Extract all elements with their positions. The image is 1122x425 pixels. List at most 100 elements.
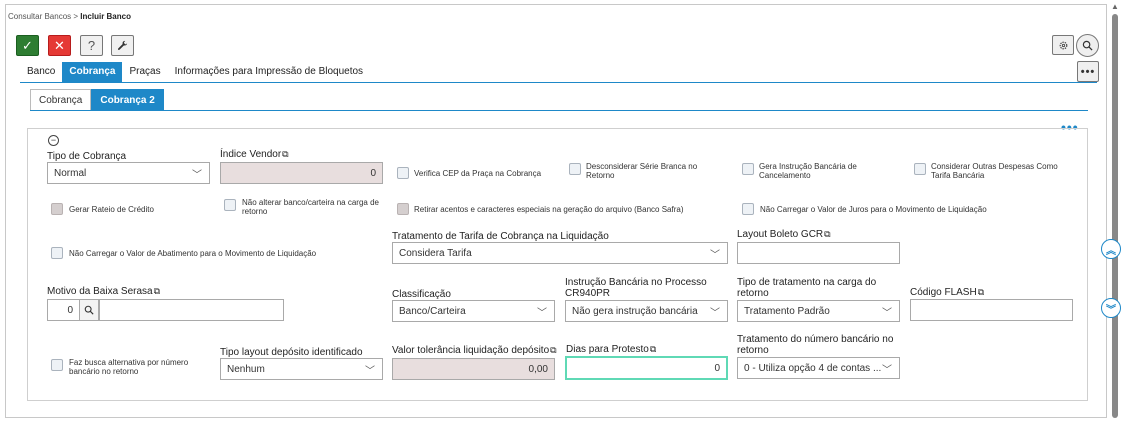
nao-carregar-abatimento-label: Não Carregar o Valor de Abatimento para … <box>69 249 317 258</box>
instrucao-bancaria-select[interactable]: Não gera instrução bancária ﹀ <box>565 300 728 322</box>
tipo-layout-select[interactable]: Nenhum ﹀ <box>220 358 383 380</box>
layout-boleto-label-text: Layout Boleto GCR <box>737 229 824 240</box>
tab-pracas[interactable]: Praças <box>122 62 167 82</box>
chevron-down-icon: ﹀ <box>192 170 202 181</box>
main-tabs: Banco Cobrança Praças Informações para I… <box>20 62 370 82</box>
retirar-acentos-label: Retirar acentos e caracteres especiais n… <box>414 205 684 214</box>
tratamento-numero-select[interactable]: 0 - Utiliza opção 4 de contas ... ﹀ <box>737 357 900 379</box>
scroll-thumb[interactable] <box>1112 14 1118 418</box>
copy-icon: ⧉ <box>977 287 985 297</box>
collapse-icon[interactable]: − <box>48 135 59 146</box>
classificacao-select[interactable]: Banco/Carteira ﹀ <box>392 300 555 322</box>
copy-icon: ⧉ <box>649 344 657 354</box>
nao-carregar-juros-checkbox[interactable] <box>742 203 754 215</box>
subtab-cobranca-2[interactable]: Cobrança 2 <box>91 89 164 110</box>
sub-tabs: Cobrança Cobrança 2 <box>30 89 164 110</box>
gear-icon <box>1059 41 1067 49</box>
tratamento-tarifa-value: Considera Tarifa <box>399 248 472 259</box>
tipo-cobranca-value: Normal <box>54 168 87 179</box>
breadcrumb: Consultar Bancos > Incluir Banco <box>8 12 131 21</box>
indice-vendor-label-text: Índice Vendor <box>220 149 282 160</box>
settings-button[interactable] <box>1052 35 1074 55</box>
motivo-baixa-search-button[interactable] <box>79 299 99 321</box>
double-chevron-down-icon: ︾ <box>1106 304 1116 316</box>
nao-carregar-abatimento-checkbox[interactable] <box>51 247 63 259</box>
dias-protesto-label: Dias para Protesto⧉ <box>566 344 656 355</box>
valor-tolerancia-input[interactable]: 0,00 <box>392 358 555 380</box>
chevron-down-icon: ﹀ <box>365 366 375 377</box>
gerar-rateio-checkbox[interactable] <box>51 203 63 215</box>
tipo-cobranca-select[interactable]: Normal ﹀ <box>47 162 210 184</box>
chevron-down-icon: ﹀ <box>537 308 547 319</box>
tab-cobranca[interactable]: Cobrança <box>62 62 123 82</box>
help-button[interactable]: ? <box>80 35 103 56</box>
search-icon <box>1082 40 1093 51</box>
chevron-down-icon: ﹀ <box>710 250 720 261</box>
vertical-scrollbar[interactable]: ▲ <box>1110 0 1122 425</box>
codigo-flash-label-text: Código FLASH <box>910 287 977 298</box>
scroll-to-bottom-button[interactable]: ︾ <box>1101 298 1121 318</box>
valor-tolerancia-label-text: Valor tolerância liquidação depósito <box>392 345 550 356</box>
tipo-tratamento-select[interactable]: Tratamento Padrão ﹀ <box>737 300 900 322</box>
retirar-acentos-checkbox[interactable] <box>397 203 409 215</box>
classificacao-value: Banco/Carteira <box>399 306 466 317</box>
breadcrumb-current: Incluir Banco <box>80 12 131 21</box>
chevron-down-icon: ﹀ <box>710 308 720 319</box>
tipo-tratamento-value: Tratamento Padrão <box>744 306 830 317</box>
check-icon: ✓ <box>22 37 33 53</box>
classificacao-label: Classificação <box>392 289 451 300</box>
codigo-flash-input[interactable] <box>910 299 1073 321</box>
tratamento-tarifa-select[interactable]: Considera Tarifa ﹀ <box>392 242 728 264</box>
breadcrumb-parent[interactable]: Consultar Bancos <box>8 12 71 21</box>
confirm-button[interactable]: ✓ <box>16 35 39 56</box>
ellipsis-icon: ••• <box>1080 65 1096 78</box>
gera-instrucao-checkbox[interactable] <box>742 163 754 175</box>
motivo-baixa-code-input[interactable]: 0 <box>47 299 80 321</box>
search-button[interactable] <box>1076 34 1099 57</box>
layout-boleto-label: Layout Boleto GCR⧉ <box>737 229 831 240</box>
wrench-icon <box>118 40 128 50</box>
indice-vendor-label: Índice Vendor⧉ <box>220 149 289 160</box>
tratamento-tarifa-label: Tratamento de Tarifa de Cobrança na Liqu… <box>392 231 609 242</box>
layout-boleto-input[interactable] <box>737 242 900 264</box>
motivo-baixa-description-input[interactable] <box>99 299 284 321</box>
breadcrumb-separator: > <box>73 12 79 21</box>
tratamento-numero-label: Tratamento do número bancário no retorno <box>737 334 894 356</box>
codigo-flash-label: Código FLASH⧉ <box>910 287 984 298</box>
desconsiderar-serie-checkbox[interactable] <box>569 163 581 175</box>
copy-icon: ⧉ <box>824 229 831 239</box>
scroll-up-arrow-icon[interactable]: ▲ <box>1111 2 1119 11</box>
faz-busca-checkbox[interactable] <box>51 359 63 371</box>
gera-instrucao-label: Gera Instrução Bancária de Cancelamento <box>759 162 857 180</box>
copy-icon: ⧉ <box>153 286 161 296</box>
search-icon <box>84 305 94 315</box>
dias-protesto-input[interactable]: 0 <box>565 356 728 380</box>
cancel-button[interactable]: ✕ <box>48 35 71 56</box>
chevron-down-icon: ﹀ <box>882 308 892 319</box>
considerar-despesas-checkbox[interactable] <box>914 163 926 175</box>
desconsiderar-serie-label: Desconsiderar Série Branca no Retorno <box>586 162 698 180</box>
verifica-cep-checkbox[interactable] <box>397 167 409 179</box>
motivo-baixa-label: Motivo da Baixa Serasa⧉ <box>47 286 160 297</box>
tratamento-numero-value: 0 - Utiliza opção 4 de contas ... <box>744 363 882 374</box>
instrucao-bancaria-label: Instrução Bancária no Processo CR940PR <box>565 277 707 299</box>
more-options-button[interactable]: ••• <box>1077 61 1099 82</box>
sub-tabs-underline <box>30 110 1088 111</box>
double-chevron-up-icon: ︽ <box>1106 245 1116 257</box>
tab-banco[interactable]: Banco <box>20 62 62 82</box>
valor-tolerancia-label: Valor tolerância liquidação depósito⧉ <box>392 345 557 356</box>
main-tabs-underline <box>20 82 1097 83</box>
copy-icon: ⧉ <box>282 149 289 159</box>
dias-protesto-label-text: Dias para Protesto <box>566 344 649 355</box>
scroll-to-top-button[interactable]: ︽ <box>1101 239 1121 259</box>
tipo-layout-value: Nenhum <box>227 364 265 375</box>
chevron-down-icon: ﹀ <box>882 365 892 376</box>
close-icon: ✕ <box>54 37 65 53</box>
faz-busca-label: Faz busca alternativa por número bancári… <box>69 358 189 376</box>
question-icon: ? <box>87 38 96 53</box>
indice-vendor-input[interactable]: 0 <box>220 162 383 184</box>
tools-button[interactable] <box>111 35 134 56</box>
subtab-cobranca[interactable]: Cobrança <box>30 89 92 110</box>
tab-impressao-bloquetos[interactable]: Informações para Impressão de Bloquetos <box>168 62 370 82</box>
nao-alterar-checkbox[interactable] <box>224 199 236 211</box>
